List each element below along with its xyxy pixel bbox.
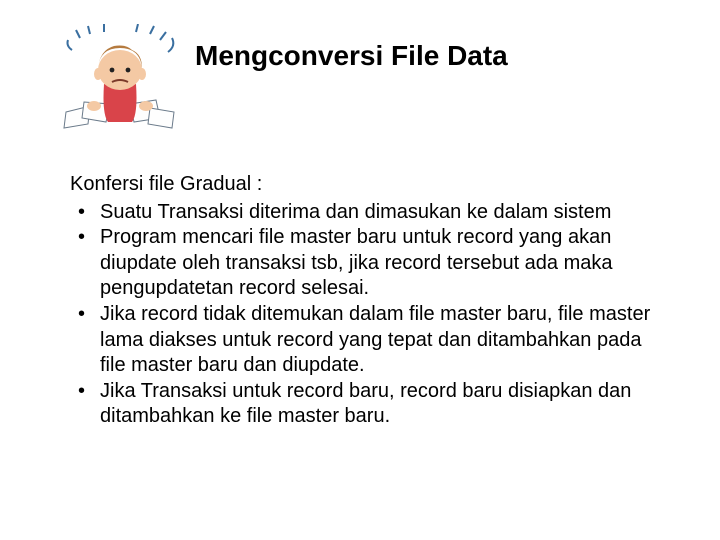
list-item: Jika record tidak ditemukan dalam file m…	[70, 302, 660, 379]
slide-title: Mengconversi File Data	[195, 40, 508, 72]
list-item: Program mencari file master baru untuk r…	[70, 225, 660, 302]
list-item: Jika Transaksi untuk record baru, record…	[70, 379, 660, 430]
confused-person-icon	[60, 24, 180, 134]
intro-text: Konfersi file Gradual :	[70, 172, 660, 198]
slide: Mengconversi File Data Konfersi file Gra…	[0, 0, 720, 540]
slide-body: Konfersi file Gradual : Suatu Transaksi …	[70, 172, 660, 430]
list-item: Suatu Transaksi diterima dan dimasukan k…	[70, 200, 660, 226]
bullet-list: Suatu Transaksi diterima dan dimasukan k…	[70, 200, 660, 430]
